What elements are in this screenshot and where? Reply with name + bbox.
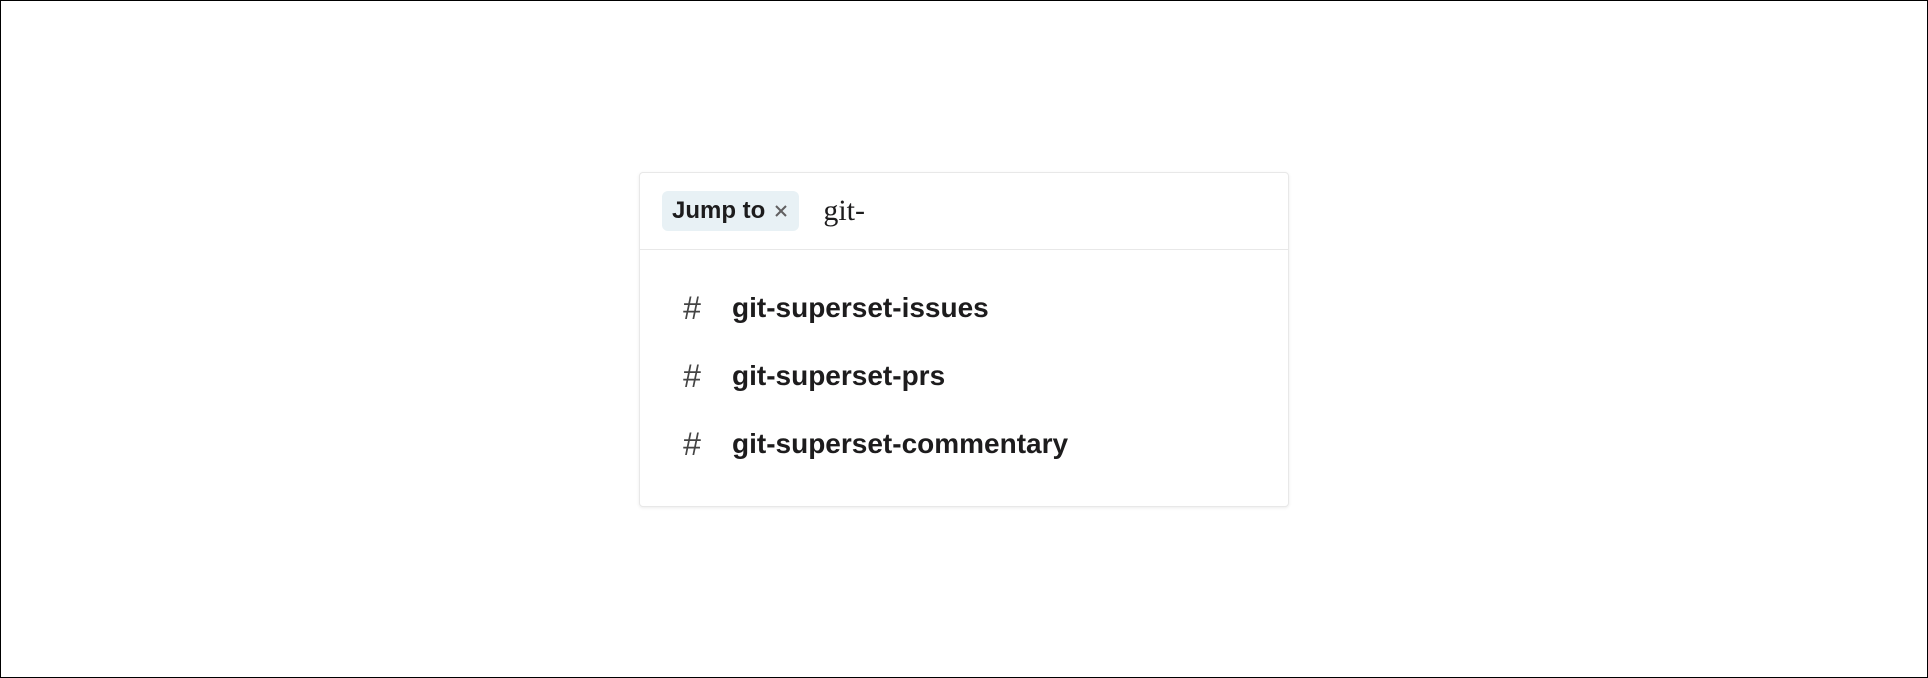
jump-to-chip[interactable]: Jump to [662,191,799,231]
channel-result[interactable]: # git-superset-commentary [640,410,1288,478]
channel-name: git-superset-commentary [732,428,1068,460]
results-list: # git-superset-issues # git-superset-prs… [640,250,1288,506]
hash-icon: # [680,428,704,460]
hash-icon: # [680,360,704,392]
search-input[interactable] [823,194,1266,228]
channel-result[interactable]: # git-superset-prs [640,342,1288,410]
channel-result[interactable]: # git-superset-issues [640,274,1288,342]
channel-name: git-superset-prs [732,360,945,392]
quick-switcher-panel: Jump to # git-superset-issues # git-supe… [639,172,1289,507]
hash-icon: # [680,292,704,324]
jump-to-label: Jump to [672,197,765,225]
search-row: Jump to [640,173,1288,250]
channel-name: git-superset-issues [732,292,989,324]
close-icon[interactable] [773,203,789,219]
